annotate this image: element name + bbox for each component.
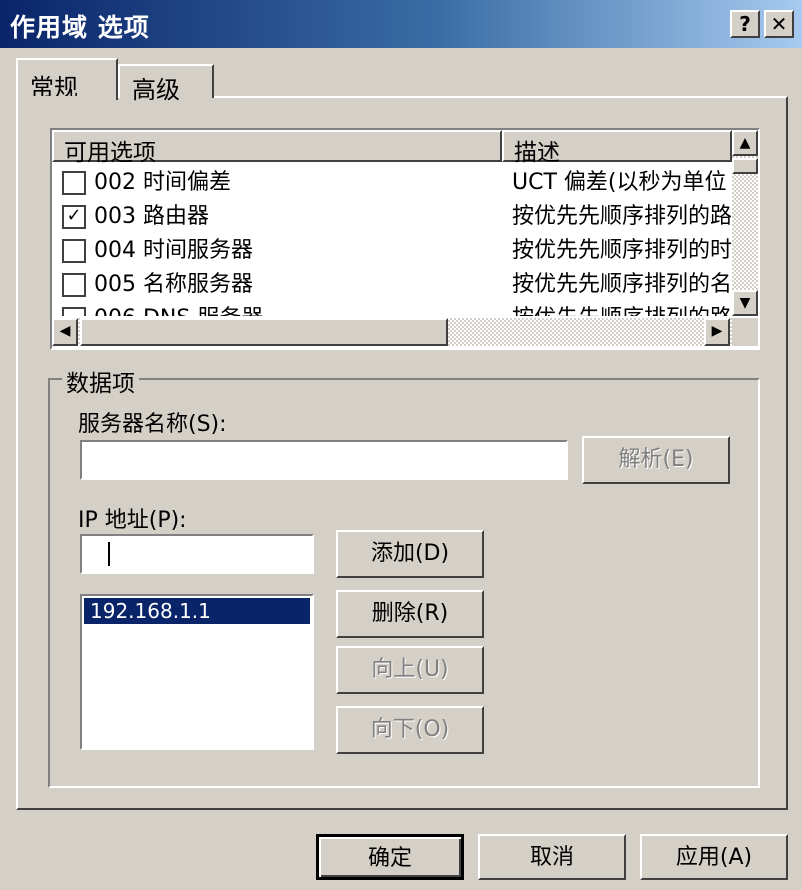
list-item-selected[interactable]: 192.168.1.1 [84, 598, 310, 624]
column-header-option[interactable]: 可用选项 [52, 130, 502, 166]
arrow-up-icon: ▲ [739, 135, 751, 151]
ip-address-input[interactable]: . . . [80, 534, 314, 605]
close-button[interactable]: ✕ [764, 10, 794, 38]
list-item[interactable]: ✓ 003 路由器 [62, 200, 209, 234]
help-button[interactable]: ? [730, 10, 760, 38]
resolve-button[interactable]: 解析(E) [582, 436, 730, 484]
close-icon: ✕ [770, 12, 788, 36]
help-icon: ? [739, 12, 751, 36]
horizontal-scrollbar[interactable]: ◀ ▶ [52, 318, 732, 346]
column-header-description[interactable]: 描述 [502, 130, 732, 166]
add-button[interactable]: 添加(D) [336, 530, 484, 578]
ok-button[interactable]: 确定 [316, 834, 464, 880]
arrow-right-icon: ▶ [711, 323, 723, 339]
move-up-button[interactable]: 向上(U) [336, 646, 484, 694]
tab-general[interactable]: 常规 [16, 58, 118, 102]
apply-button[interactable]: 应用(A) [640, 834, 788, 880]
checkbox[interactable] [62, 171, 86, 195]
checkbox-checked[interactable]: ✓ [62, 205, 86, 229]
row-description: UCT 偏差(以秒为单位 [512, 170, 727, 195]
scroll-left-button[interactable]: ◀ [52, 318, 78, 346]
row-description: 按优先先顺序排列的名 [512, 272, 732, 297]
ip-address-list[interactable]: 192.168.1.1 [80, 594, 314, 750]
tab-advanced-label: 高级 [132, 76, 180, 104]
checkbox[interactable] [62, 239, 86, 263]
arrow-down-icon: ▼ [739, 295, 751, 311]
check-icon: ✓ [66, 205, 82, 226]
active-tab-joint [18, 96, 116, 100]
arrow-left-icon: ◀ [59, 323, 71, 339]
options-listview[interactable]: 可用选项 描述 002 时间偏差 UCT 偏差(以秒为单位 ✓ 003 路由器 按… [50, 128, 760, 350]
scroll-up-button[interactable]: ▲ [732, 130, 758, 156]
list-item[interactable]: 002 时间偏差 [62, 166, 231, 200]
scroll-thumb[interactable] [732, 158, 758, 174]
groupbox-label: 数据项 [62, 364, 139, 398]
server-name-input[interactable] [80, 440, 568, 480]
scroll-corner [732, 318, 758, 346]
window-title: 作用域 选项 [10, 13, 150, 42]
tab-advanced[interactable]: 高级 [118, 64, 214, 104]
title-bar[interactable]: 作用域 选项 ? ✕ [0, 0, 802, 48]
list-item[interactable]: 006 DNS 服务器 [62, 302, 263, 316]
scroll-right-button[interactable]: ▶ [704, 318, 730, 346]
server-name-label: 服务器名称(S): [78, 412, 227, 437]
checkbox[interactable] [62, 273, 86, 297]
cancel-button[interactable]: 取消 [478, 834, 626, 880]
row-description: 按优先先顺序排列的时 [512, 238, 732, 263]
remove-button[interactable]: 删除(R) [336, 590, 484, 638]
row-description: 按优先先顺序排列的路 [512, 302, 732, 316]
vertical-scrollbar[interactable]: ▲ ▼ [732, 130, 758, 316]
checkbox[interactable] [62, 307, 86, 316]
row-description: 按优先先顺序排列的路 [512, 204, 732, 229]
options-rows: 002 时间偏差 UCT 偏差(以秒为单位 ✓ 003 路由器 按优先先顺序排列的… [52, 166, 732, 316]
scroll-down-button[interactable]: ▼ [732, 290, 758, 316]
list-item[interactable]: 004 时间服务器 [62, 234, 253, 268]
ip-address-label: IP 地址(P): [78, 508, 187, 533]
move-down-button[interactable]: 向下(O) [336, 706, 484, 754]
text-cursor [108, 542, 110, 566]
list-item[interactable]: 005 名称服务器 [62, 268, 253, 302]
scroll-thumb-horizontal[interactable] [80, 318, 448, 346]
